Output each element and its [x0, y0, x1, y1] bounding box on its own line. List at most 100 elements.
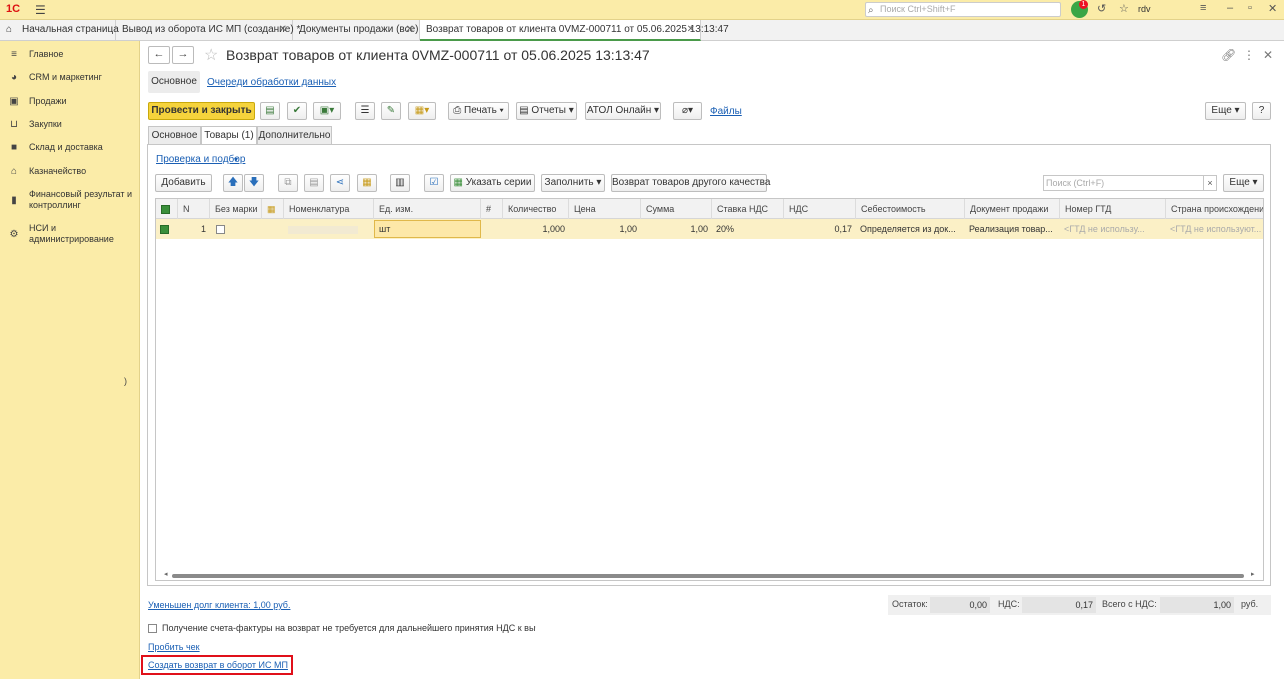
reports-button[interactable]: ▤ Отчеты ▾: [516, 102, 577, 120]
favorite-star-icon[interactable]: ☆: [204, 45, 218, 65]
no-mark-checkbox[interactable]: [216, 225, 225, 235]
main-menu-icon[interactable]: ☰: [35, 3, 46, 17]
chevron-down-icon[interactable]: ▾: [234, 155, 238, 164]
cell-gtd[interactable]: <ГТД не использу...: [1060, 219, 1166, 239]
subnav-queue-link[interactable]: Очереди обработки данных: [207, 77, 336, 88]
column-unit[interactable]: Ед. изм.: [374, 199, 481, 219]
cell-quantity[interactable]: 1,000: [503, 219, 569, 239]
minimize-icon[interactable]: –: [1227, 2, 1233, 14]
cell-no-mark[interactable]: [210, 219, 262, 239]
tab-extra[interactable]: Дополнительно: [257, 126, 332, 145]
sidebar-item-treasury[interactable]: ⌂ Казначейство: [0, 166, 140, 177]
tab-return-doc[interactable]: Возврат товаров от клиента 0VMZ-000711 о…: [420, 20, 729, 41]
cell-country[interactable]: <ГТД не используют...: [1166, 219, 1263, 239]
tab-goods[interactable]: Товары (1): [201, 126, 257, 146]
save-button[interactable]: ▤: [260, 102, 280, 120]
cell-vat-rate[interactable]: 20%: [712, 219, 784, 239]
scrollbar-thumb[interactable]: [172, 574, 1244, 578]
sidebar-item-warehouse[interactable]: ■ Склад и доставка: [0, 142, 140, 153]
return-other-quality-button[interactable]: Возврат товаров другого качества: [611, 174, 770, 192]
cell-cost[interactable]: Определяется из док...: [856, 219, 965, 239]
invoice-not-required-label[interactable]: Получение счета-фактуры на возврат не тр…: [162, 623, 536, 633]
print-button[interactable]: ⎙ Печать ▾: [448, 102, 509, 120]
settings-icon[interactable]: ≡: [1200, 2, 1206, 14]
link-icon[interactable]: 🔗︎: [1221, 48, 1236, 62]
close-tab-icon[interactable]: ✕: [279, 20, 287, 40]
invoice-not-required-checkbox[interactable]: [148, 624, 157, 633]
post-and-close-button[interactable]: Провести и закрыть: [148, 102, 255, 120]
more-vertical-icon[interactable]: ⋮: [1243, 48, 1255, 62]
sidebar-item-main[interactable]: ≡ Главное: [0, 49, 140, 60]
close-form-icon[interactable]: ✕: [1263, 48, 1273, 62]
cell-vat[interactable]: 0,17: [784, 219, 856, 239]
column-country[interactable]: Страна происхождения: [1166, 199, 1263, 219]
column-vat[interactable]: НДС: [784, 199, 856, 219]
cell-nomenclature[interactable]: [284, 219, 374, 239]
debt-reduced-link[interactable]: Уменьшен долг клиента: 1,00 руб.: [148, 600, 290, 610]
check-button[interactable]: ☑: [424, 174, 444, 192]
close-tab-icon[interactable]: ✕: [406, 20, 414, 40]
more-button[interactable]: Еще ▾: [1205, 102, 1246, 120]
sidebar-item-purchases[interactable]: ⊔ Закупки: [0, 119, 140, 130]
move-down-button[interactable]: 🡇: [244, 174, 264, 192]
sidebar-item-crm[interactable]: ◕ CRM и маркетинг: [0, 72, 140, 83]
barcode-button[interactable]: ▥: [390, 174, 410, 192]
column-vat-rate[interactable]: Ставка НДС: [712, 199, 784, 219]
move-up-button[interactable]: 🡅: [223, 174, 243, 192]
column-no-mark[interactable]: Без марки: [210, 199, 262, 219]
tab-main[interactable]: Основное: [148, 126, 201, 145]
attach-button[interactable]: ⌀▾: [673, 102, 702, 120]
goods-table[interactable]: N Без марки ▦ Номенклатура Ед. изм. # Ко…: [155, 198, 1264, 581]
scroll-right-icon[interactable]: ▸: [1251, 570, 1255, 578]
fill-button[interactable]: Заполнить ▾: [541, 174, 605, 192]
series-button[interactable]: ▦: [357, 174, 377, 192]
cell-price[interactable]: 1,00: [569, 219, 641, 239]
cell-sale-doc[interactable]: Реализация товар...: [965, 219, 1060, 239]
goods-search-input[interactable]: Поиск (Ctrl+F): [1043, 175, 1204, 191]
subnav-main[interactable]: Основное: [148, 71, 200, 93]
column-gtd[interactable]: Номер ГТД: [1060, 199, 1166, 219]
help-button[interactable]: ?: [1252, 102, 1271, 120]
user-name[interactable]: rdv: [1138, 4, 1151, 14]
back-button[interactable]: ←: [148, 46, 170, 64]
column-price[interactable]: Цена: [569, 199, 641, 219]
copy-button[interactable]: ⧉: [278, 174, 298, 192]
global-search-input[interactable]: ⌕ Поиск Ctrl+Shift+F: [865, 2, 1061, 17]
table-row[interactable]: 1 шт 1,000 1,00 1,00 20% 0,17 Определяет…: [156, 219, 1263, 239]
tab-withdrawal[interactable]: Вывод из оборота ИС МП (создание) * ✕: [116, 20, 300, 41]
create-based-button[interactable]: ▣▾: [313, 102, 341, 120]
sidebar-item-admin[interactable]: ⚙ НСИ и администрирование: [0, 223, 140, 245]
sidebar-item-finance[interactable]: ▮ Финансовый результат и контроллинг: [0, 189, 140, 211]
favorites-icon[interactable]: ☆: [1119, 2, 1129, 15]
files-link[interactable]: Файлы: [710, 106, 742, 117]
close-icon[interactable]: ✕: [1268, 2, 1277, 15]
forward-button[interactable]: →: [172, 46, 194, 64]
tab-sales-docs[interactable]: Документы продажи (все) ✕: [293, 20, 420, 41]
related-docs-button[interactable]: ▦▾: [408, 102, 436, 120]
split-button[interactable]: ⋖: [330, 174, 350, 192]
column-sum[interactable]: Сумма: [641, 199, 712, 219]
column-nomenclature[interactable]: Номенклатура: [284, 199, 374, 219]
atol-button[interactable]: АТОЛ Онлайн ▾: [585, 102, 661, 120]
sidebar-item-sales[interactable]: ▣ Продажи: [0, 96, 140, 107]
edit-button[interactable]: ✎: [381, 102, 401, 120]
post-button[interactable]: ✔: [287, 102, 307, 120]
close-tab-icon[interactable]: ✕: [687, 20, 695, 40]
create-return-to-circulation-link[interactable]: Создать возврат в оборот ИС МП: [148, 660, 288, 670]
clear-search-icon[interactable]: ×: [1203, 175, 1217, 191]
horizontal-scrollbar[interactable]: ◂ ▸: [164, 570, 1259, 578]
punch-receipt-link[interactable]: Пробить чек: [148, 642, 200, 652]
add-button[interactable]: Добавить: [155, 174, 212, 192]
journal-button[interactable]: ☰: [355, 102, 375, 120]
history-icon[interactable]: ↺: [1097, 2, 1106, 15]
cell-unit-editor[interactable]: шт: [374, 220, 481, 238]
set-series-button[interactable]: ▦ Указать серии: [450, 174, 535, 192]
tab-home[interactable]: ⌂ Начальная страница: [0, 20, 119, 41]
scroll-left-icon[interactable]: ◂: [164, 570, 168, 578]
paste-button[interactable]: ▤: [304, 174, 324, 192]
cell-sum[interactable]: 1,00: [641, 219, 712, 239]
column-n[interactable]: N: [178, 199, 210, 219]
column-cost[interactable]: Себестоимость: [856, 199, 965, 219]
goods-more-button[interactable]: Еще ▾: [1223, 174, 1264, 192]
column-sale-doc[interactable]: Документ продажи: [965, 199, 1060, 219]
